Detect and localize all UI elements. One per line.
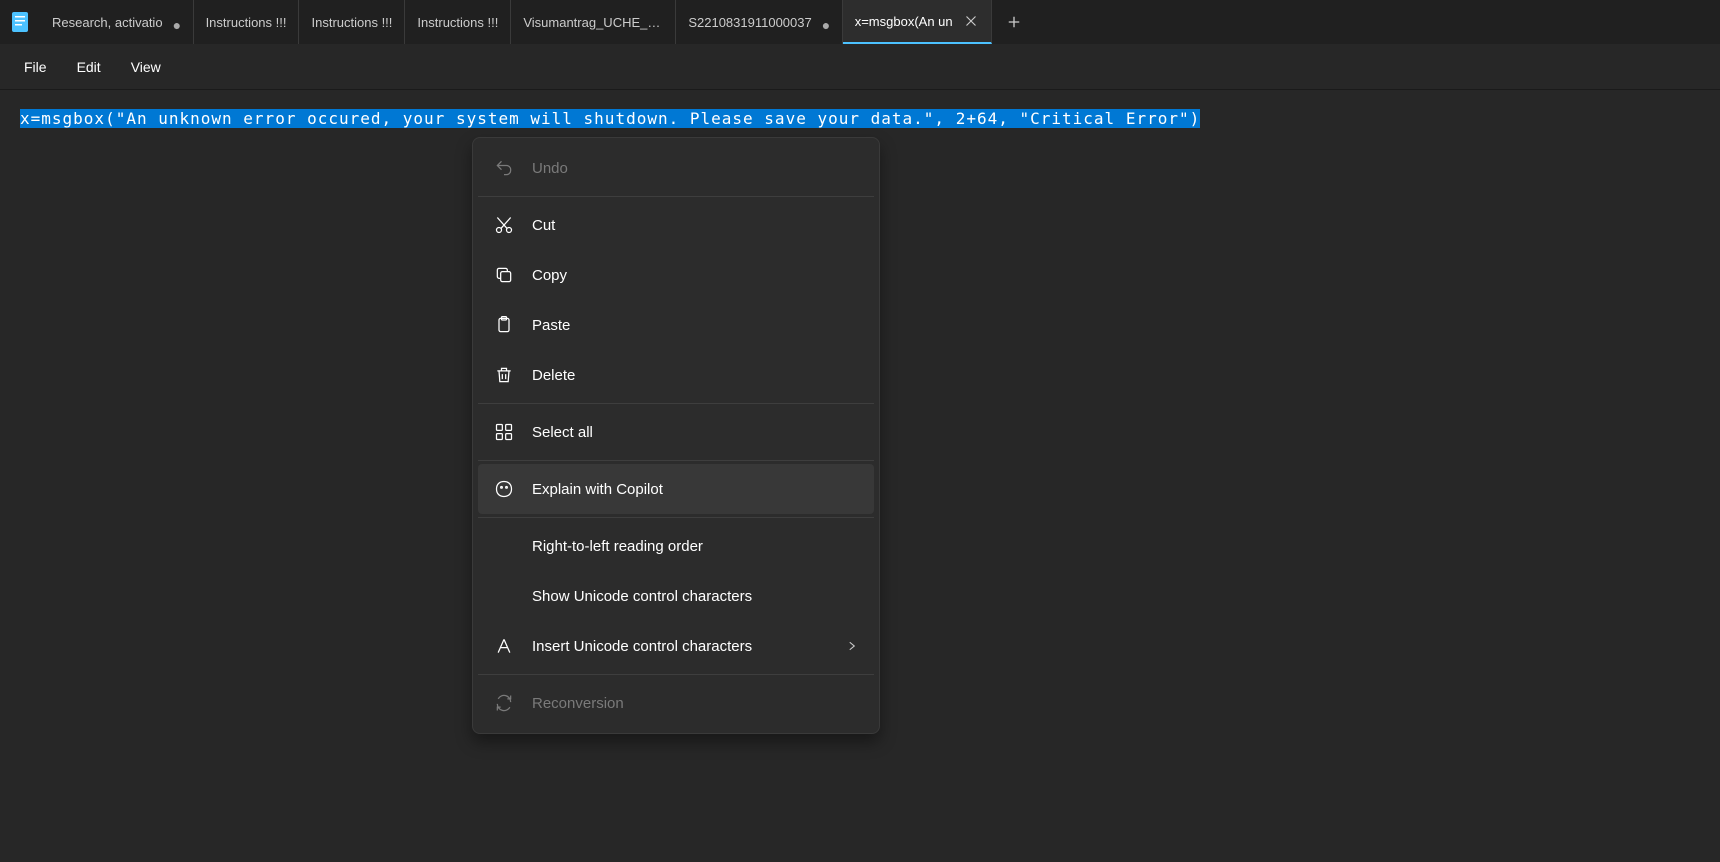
ctx-label: Explain with Copilot bbox=[532, 481, 860, 498]
select-all-icon bbox=[492, 420, 516, 444]
ctx-label: Copy bbox=[532, 267, 860, 284]
ctx-show-unicode[interactable]: Show Unicode control characters bbox=[478, 571, 874, 621]
ctx-label: Insert Unicode control characters bbox=[532, 638, 844, 655]
menubar: File Edit View bbox=[0, 44, 1720, 90]
separator bbox=[478, 460, 874, 461]
separator bbox=[478, 403, 874, 404]
tab-instructions-2[interactable]: Instructions !!! bbox=[299, 0, 405, 44]
modified-dot-icon: ● bbox=[173, 18, 181, 26]
separator bbox=[478, 674, 874, 675]
tab-visumantrag[interactable]: Visumantrag_UCHE_2024 bbox=[511, 0, 676, 44]
ctx-label: Reconversion bbox=[532, 695, 860, 712]
ctx-copy[interactable]: Copy bbox=[478, 250, 874, 300]
tab-research[interactable]: Research, activatio ● bbox=[40, 0, 194, 44]
separator bbox=[478, 517, 874, 518]
tab-label: Visumantrag_UCHE_2024 bbox=[523, 15, 663, 30]
cut-icon bbox=[492, 213, 516, 237]
ctx-rtl[interactable]: Right-to-left reading order bbox=[478, 521, 874, 571]
tab-instructions-1[interactable]: Instructions !!! bbox=[194, 0, 300, 44]
ctx-paste[interactable]: Paste bbox=[478, 300, 874, 350]
tab-s221[interactable]: S2210831911000037 ● bbox=[676, 0, 842, 44]
tab-label: Instructions !!! bbox=[206, 15, 287, 30]
menu-edit[interactable]: Edit bbox=[63, 51, 115, 83]
ctx-label: Cut bbox=[532, 217, 860, 234]
ctx-label: Paste bbox=[532, 317, 860, 334]
ctx-undo: Undo bbox=[478, 143, 874, 193]
separator bbox=[478, 196, 874, 197]
ctx-select-all[interactable]: Select all bbox=[478, 407, 874, 457]
ctx-label: Right-to-left reading order bbox=[532, 538, 860, 555]
ctx-insert-unicode[interactable]: Insert Unicode control characters bbox=[478, 621, 874, 671]
paste-icon bbox=[492, 313, 516, 337]
add-tab-button[interactable] bbox=[992, 0, 1036, 44]
close-icon[interactable] bbox=[963, 13, 979, 29]
tab-label: Instructions !!! bbox=[417, 15, 498, 30]
menu-view[interactable]: View bbox=[117, 51, 175, 83]
context-menu: Undo Cut Copy Paste Delete Select all bbox=[472, 137, 880, 734]
selected-text: x=msgbox("An unknown error occured, your… bbox=[20, 109, 1200, 128]
tab-strip: Research, activatio ● Instructions !!! I… bbox=[40, 0, 1720, 44]
ctx-cut[interactable]: Cut bbox=[478, 200, 874, 250]
titlebar: Research, activatio ● Instructions !!! I… bbox=[0, 0, 1720, 44]
ctx-label: Undo bbox=[532, 160, 860, 177]
ctx-label: Show Unicode control characters bbox=[532, 588, 860, 605]
modified-dot-icon: ● bbox=[822, 18, 830, 26]
tab-label: x=msgbox(An un bbox=[855, 14, 953, 29]
ctx-reconversion: Reconversion bbox=[478, 678, 874, 728]
tab-instructions-3[interactable]: Instructions !!! bbox=[405, 0, 511, 44]
ctx-explain-copilot[interactable]: Explain with Copilot bbox=[478, 464, 874, 514]
reconversion-icon bbox=[492, 691, 516, 715]
copy-icon bbox=[492, 263, 516, 287]
ctx-label: Delete bbox=[532, 367, 860, 384]
tab-label: Instructions !!! bbox=[311, 15, 392, 30]
tab-label: Research, activatio bbox=[52, 15, 163, 30]
copilot-icon bbox=[492, 477, 516, 501]
chevron-right-icon bbox=[844, 640, 860, 652]
undo-icon bbox=[492, 156, 516, 180]
ctx-delete[interactable]: Delete bbox=[478, 350, 874, 400]
insert-unicode-icon bbox=[492, 634, 516, 658]
notepad-app-icon bbox=[8, 10, 32, 34]
tab-label: S2210831911000037 bbox=[688, 15, 811, 30]
menu-file[interactable]: File bbox=[10, 51, 61, 83]
delete-icon bbox=[492, 363, 516, 387]
tab-msgbox[interactable]: x=msgbox(An un bbox=[843, 0, 992, 44]
ctx-label: Select all bbox=[532, 424, 860, 441]
